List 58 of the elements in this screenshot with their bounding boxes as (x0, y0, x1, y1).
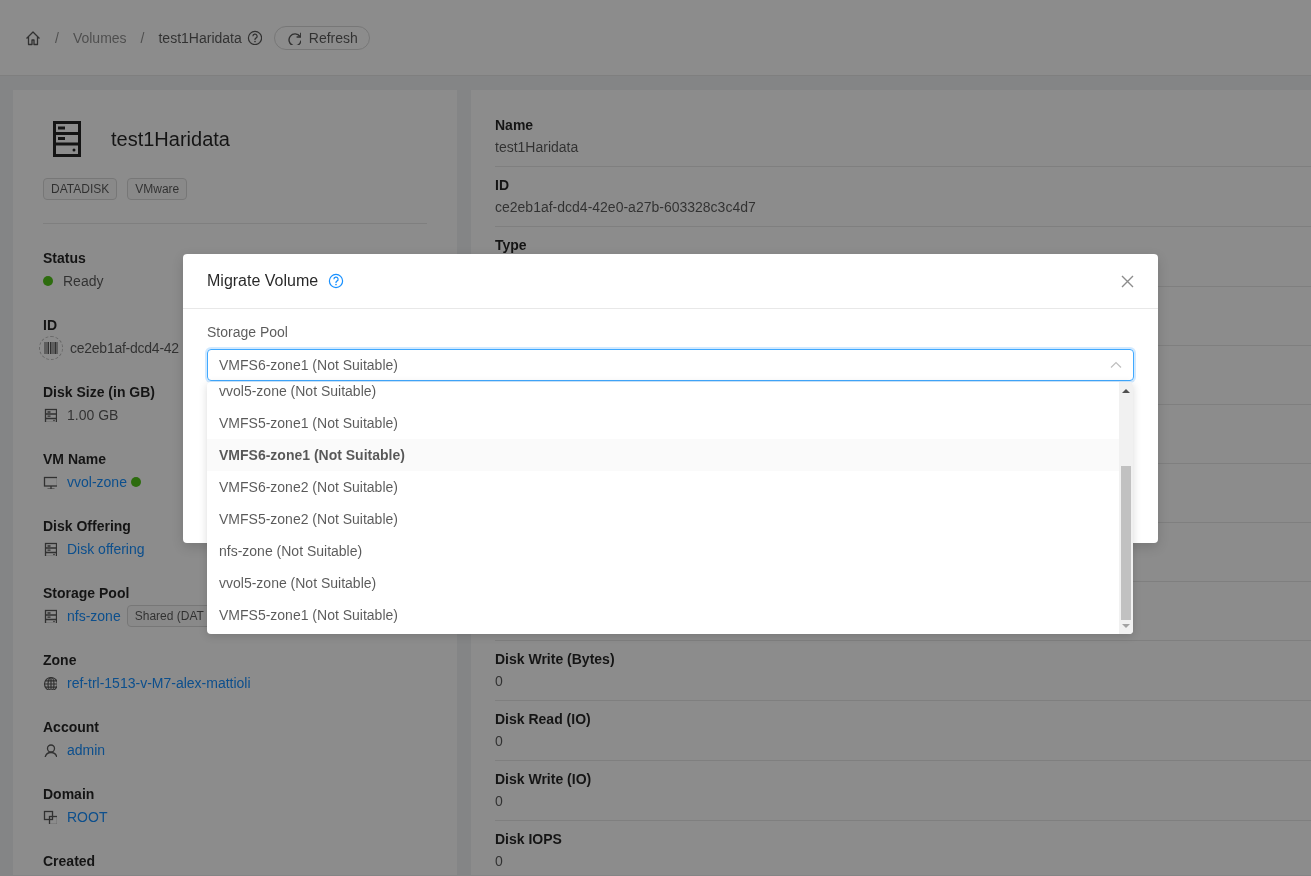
overlapping-squares-icon (43, 810, 57, 824)
field-label: ID (43, 316, 57, 335)
field-label: Zone (43, 651, 77, 670)
user-icon (43, 743, 57, 757)
detail-value: ce2eb1af-dcd4-42e0-a27b-603328c3c4d7 (495, 198, 757, 217)
field-label: Domain (43, 785, 95, 804)
detail-label: Disk Write (IO) (495, 770, 593, 789)
breadcrumb-separator: / (140, 29, 145, 46)
field-label: Status (43, 249, 86, 268)
dropdown-option[interactable]: VMFS6-zone1 (Not Suitable) (207, 439, 1119, 471)
detail-label: Disk IOPS (495, 830, 563, 849)
breadcrumb-current: test1Haridata (158, 29, 242, 46)
chevron-up-icon (1110, 361, 1122, 369)
detail-label: Disk Read (IO) (495, 710, 592, 729)
globe-icon (43, 676, 57, 690)
server-icon (43, 408, 57, 422)
breadcrumb-separator: / (55, 29, 59, 46)
dropdown-option[interactable]: VMFS5-zone1 (Not Suitable) (207, 407, 1119, 439)
close-button[interactable] (1121, 274, 1134, 288)
field-value: Ready (63, 272, 104, 291)
field-value: ce2eb1af-dcd4-42 (70, 339, 179, 358)
dropdown-option[interactable]: vvol5-zone (Not Suitable) (207, 382, 1119, 407)
detail-label: Name (495, 116, 535, 135)
detail-value: 0 (495, 792, 504, 811)
field-label: Storage Pool (207, 323, 289, 342)
help-icon (246, 30, 262, 45)
dialog-title: Migrate Volume (207, 272, 319, 290)
storage-pool-select[interactable]: VMFS6-zone1 (Not Suitable) (207, 349, 1134, 381)
refresh-icon (286, 30, 301, 45)
detail-value: test1Haridata (495, 138, 580, 157)
tag: DATADISK (43, 178, 118, 200)
detail-value: 0 (495, 852, 504, 871)
field-label: Disk Offering (43, 517, 131, 536)
home-icon[interactable] (25, 29, 41, 46)
dropdown-option[interactable]: VMFS5-zone2 (Not Suitable) (207, 503, 1119, 535)
scrollbar[interactable] (1119, 382, 1133, 634)
field-label: Disk Size (in GB) (43, 383, 156, 402)
detail-label: Type (495, 236, 528, 255)
help-icon (328, 273, 345, 289)
refresh-button[interactable]: Refresh (273, 25, 370, 50)
monitor-icon (43, 475, 57, 489)
field-label: Created (43, 852, 96, 871)
detail-label: Disk Write (Bytes) (495, 650, 616, 669)
field-label: Storage Pool (43, 584, 130, 603)
server-icon (43, 542, 57, 556)
detail-label: ID (495, 176, 510, 195)
server-icon (43, 609, 57, 623)
field-label: VM Name (43, 450, 107, 469)
tag: VMware (127, 178, 188, 200)
field-value: 1.00 GB (67, 406, 119, 425)
dropdown-option[interactable]: nfs-zone (Not Suitable) (207, 535, 1119, 567)
detail-value: 0 (495, 732, 504, 751)
server-icon (53, 121, 81, 157)
dropdown-option[interactable]: VMFS6-zone2 (Not Suitable) (207, 471, 1119, 503)
field-label: Account (43, 718, 99, 737)
volume-title: test1Haridata (111, 127, 230, 151)
detail-value: 0 (495, 672, 504, 691)
dropdown-option[interactable]: vvol5-zone (Not Suitable) (207, 567, 1119, 599)
